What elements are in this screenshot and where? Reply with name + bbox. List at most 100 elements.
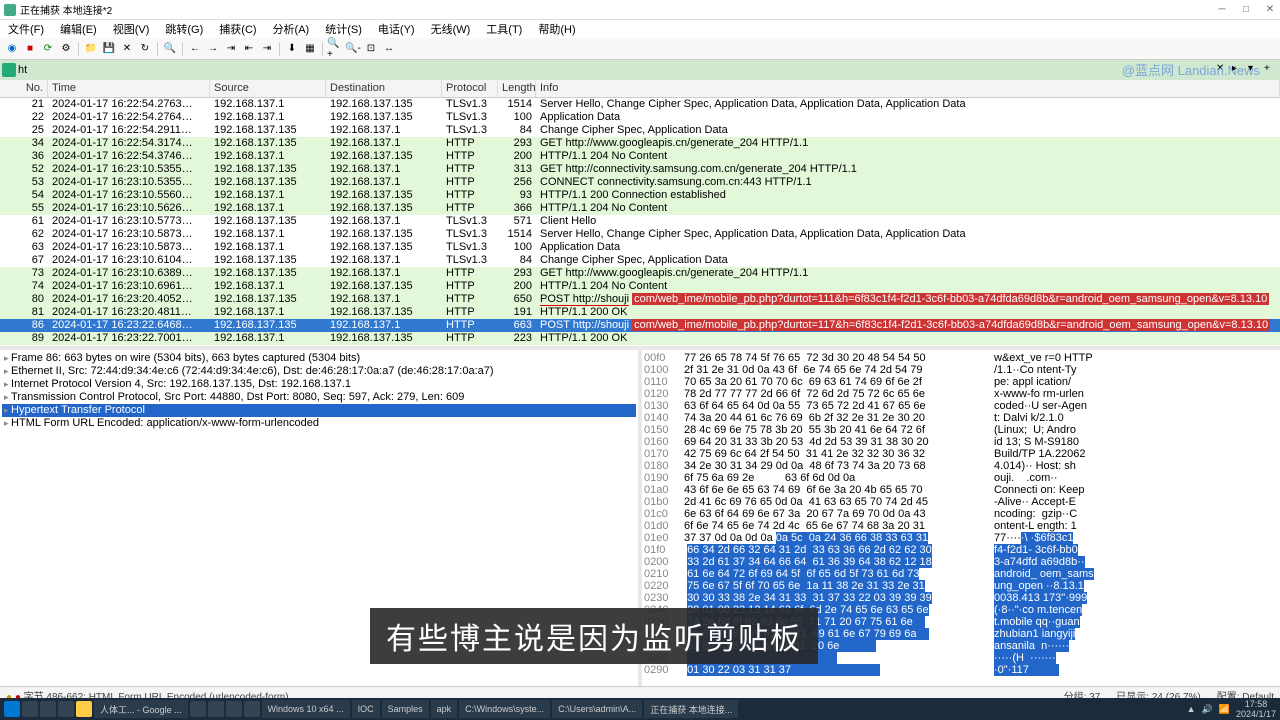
tray-icon[interactable]: ▲ [1187,704,1196,714]
explorer-icon[interactable] [40,701,56,717]
chrome-icon[interactable] [76,701,92,717]
tree-node[interactable]: Transmission Control Protocol, Src Port:… [2,391,636,404]
resize-cols-icon[interactable]: ↔ [381,41,397,57]
taskbar-item[interactable]: apk [431,700,458,718]
hex-row[interactable]: 01c06e 63 6f 64 69 6e 67 3a 20 67 7a 69 … [644,508,1278,520]
hex-row[interactable]: 016069 64 20 31 33 3b 20 53 4d 2d 53 39 … [644,436,1278,448]
filter-apply-icon[interactable]: ▸ [1232,63,1246,77]
hex-row[interactable]: 0270 61 6e 73 61 6e 69 6c 61 20 6e ansan… [644,640,1278,652]
display-filter-input[interactable] [18,64,1216,76]
packet-row[interactable]: 362024-01-17 16:22:54.3746…192.168.137.1… [0,150,1280,163]
maximize-button[interactable]: □ [1240,4,1252,16]
tree-node[interactable]: HTML Form URL Encoded: application/x-www… [2,417,636,430]
packet-details-pane[interactable]: Frame 86: 663 bytes on wire (5304 bits),… [0,350,638,686]
hex-row[interactable]: 01a043 6f 6e 6e 65 63 74 69 6f 6e 3a 20 … [644,484,1278,496]
hex-row[interactable]: 0260 7a 68 75 62 69 61 6e 31 69 61 6e 67… [644,628,1278,640]
menu-item[interactable]: 无线(W) [427,20,475,38]
app-icon[interactable] [208,701,224,717]
packet-row[interactable]: 222024-01-17 16:22:54.2764…192.168.137.1… [0,111,1280,124]
network-icon[interactable]: 📶 [1219,704,1230,715]
hex-row[interactable]: 0290 01 30 22 03 31 31 37 ·0"·117 [644,664,1278,676]
packet-row[interactable]: 552024-01-17 16:23:10.5626…192.168.137.1… [0,202,1280,215]
taskbar-item[interactable]: Samples [382,700,429,718]
col-header-source[interactable]: Source [210,80,326,97]
options-icon[interactable]: ⚙ [58,41,74,57]
taskbar-item[interactable]: C:\Users\admin\A... [552,700,642,718]
filter-add-icon[interactable]: + [1264,63,1278,77]
close-icon[interactable]: ✕ [119,41,135,57]
packet-row[interactable]: 622024-01-17 16:23:10.5873…192.168.137.1… [0,228,1280,241]
hex-row[interactable]: 01e037 37 0d 0a 0d 0a 0a 5c 0a 24 36 66 … [644,532,1278,544]
tray-date[interactable]: 2024/1/17 [1236,709,1276,719]
hex-row[interactable]: 0200 33 2d 61 37 34 64 66 64 61 36 39 64… [644,556,1278,568]
hex-row[interactable]: 0240 28 01 08 22 12 14 63 6f 6d 2e 74 65… [644,604,1278,616]
hex-row[interactable]: 018034 2e 30 31 34 29 0d 0a 48 6f 73 74 … [644,460,1278,472]
zoom-fit-icon[interactable]: ⊡ [363,41,379,57]
menu-item[interactable]: 分析(A) [269,20,314,38]
filter-clear-icon[interactable]: ✕ [1216,63,1230,77]
prev-icon[interactable]: ← [187,41,203,57]
menu-item[interactable]: 跳转(G) [161,20,207,38]
colorize-icon[interactable]: ▦ [302,41,318,57]
menu-item[interactable]: 统计(S) [321,20,366,38]
taskbar-item[interactable]: C:\Windows\syste... [459,700,550,718]
packet-row[interactable]: 802024-01-17 16:23:20.4052…192.168.137.1… [0,293,1280,306]
stop-capture-icon[interactable]: ■ [22,41,38,57]
packet-bytes-pane[interactable]: 00f077 26 65 78 74 5f 76 65 72 3d 30 20 … [642,350,1280,686]
col-header-time[interactable]: Time [48,80,210,97]
filter-icon[interactable] [2,63,16,77]
hex-row[interactable]: 0250 74 2e 6d 6f 62 69 6c 65 71 71 20 67… [644,616,1278,628]
taskbar-item[interactable]: IOC [352,700,380,718]
task-view-icon[interactable] [22,701,38,717]
packet-row[interactable]: 672024-01-17 16:23:10.6104…192.168.137.1… [0,254,1280,267]
hex-row[interactable]: 01002f 31 2e 31 0d 0a 43 6f 6e 74 65 6e … [644,364,1278,376]
col-header-no[interactable]: No. [0,80,48,97]
hex-row[interactable]: 014074 3a 20 44 61 6c 76 69 6b 2f 32 2e … [644,412,1278,424]
tray-time[interactable]: 17:58 [1236,699,1276,709]
hex-row[interactable]: 01b02d 41 6c 69 76 65 0d 0a 41 63 63 65 … [644,496,1278,508]
next-icon[interactable]: → [205,41,221,57]
packet-row[interactable]: 522024-01-17 16:23:10.5355…192.168.137.1… [0,163,1280,176]
volume-icon[interactable]: 🔊 [1202,704,1213,715]
menu-item[interactable]: 帮助(H) [534,20,579,38]
app-icon[interactable] [190,701,206,717]
packet-row[interactable]: 542024-01-17 16:23:10.5560…192.168.137.1… [0,189,1280,202]
restart-capture-icon[interactable]: ⟳ [40,41,56,57]
menu-item[interactable]: 文件(F) [4,20,48,38]
hex-row[interactable]: 015028 4c 69 6e 75 78 3b 20 55 3b 20 41 … [644,424,1278,436]
col-header-length[interactable]: Length [498,80,536,97]
autoscroll-icon[interactable]: ⬇ [284,41,300,57]
zoom-out-icon[interactable]: 🔍- [345,41,361,57]
close-button[interactable]: ✕ [1264,4,1276,16]
packet-row[interactable]: 812024-01-17 16:23:20.4811…192.168.137.1… [0,306,1280,319]
tree-node[interactable]: Internet Protocol Version 4, Src: 192.16… [2,378,636,391]
app-icon[interactable] [226,701,242,717]
start-button-icon[interactable] [4,701,20,717]
app-icon[interactable] [244,701,260,717]
col-header-info[interactable]: Info [536,80,1280,97]
packet-row[interactable]: 252024-01-17 16:22:54.2911…192.168.137.1… [0,124,1280,137]
menu-item[interactable]: 工具(T) [482,20,526,38]
edge-icon[interactable] [58,701,74,717]
packet-row[interactable]: 632024-01-17 16:23:10.5873…192.168.137.1… [0,241,1280,254]
zoom-in-icon[interactable]: 🔍+ [327,41,343,57]
hex-row[interactable]: 01f0 66 34 2d 66 32 64 31 2d 33 63 36 66… [644,544,1278,556]
packet-row[interactable]: 862024-01-17 16:23:22.6468…192.168.137.1… [0,319,1280,332]
packet-list-body[interactable]: 212024-01-17 16:22:54.2763…192.168.137.1… [0,98,1280,346]
last-icon[interactable]: ⇥ [259,41,275,57]
col-header-destination[interactable]: Destination [326,80,442,97]
tree-node[interactable]: Ethernet II, Src: 72:44:d9:34:4e:c6 (72:… [2,365,636,378]
packet-row[interactable]: 612024-01-17 16:23:10.5773…192.168.137.1… [0,215,1280,228]
hex-row[interactable]: 012078 2d 77 77 77 2d 66 6f 72 6d 2d 75 … [644,388,1278,400]
menu-item[interactable]: 视图(V) [109,20,154,38]
reload-icon[interactable]: ↻ [137,41,153,57]
packet-row[interactable]: 732024-01-17 16:23:10.6389…192.168.137.1… [0,267,1280,280]
tree-node[interactable]: Hypertext Transfer Protocol [2,404,636,417]
packet-row[interactable]: 532024-01-17 16:23:10.5355…192.168.137.1… [0,176,1280,189]
hex-row[interactable]: 01d06f 6e 74 65 6e 74 2d 4c 65 6e 67 74 … [644,520,1278,532]
menu-item[interactable]: 编辑(E) [56,20,101,38]
hex-row[interactable]: 0210 61 6e 64 72 6f 69 64 5f 6f 65 6d 5f… [644,568,1278,580]
packet-row[interactable]: 342024-01-17 16:22:54.3174…192.168.137.1… [0,137,1280,150]
packet-row[interactable]: 892024-01-17 16:23:22.7001…192.168.137.1… [0,332,1280,345]
hex-row[interactable]: 00f077 26 65 78 74 5f 76 65 72 3d 30 20 … [644,352,1278,364]
